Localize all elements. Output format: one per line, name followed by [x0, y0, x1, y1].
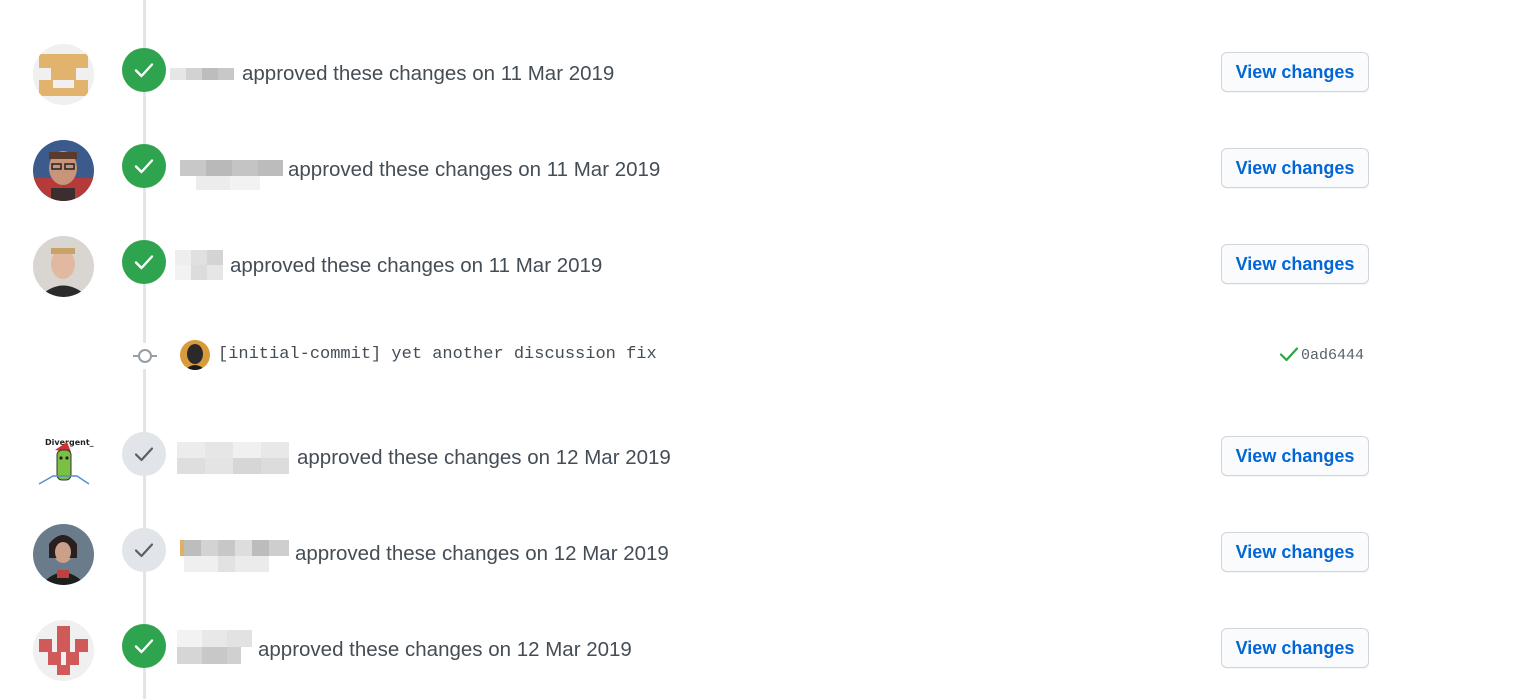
redacted-username[interactable]: [180, 540, 289, 572]
avatar[interactable]: [180, 340, 210, 370]
check-icon: [134, 543, 154, 558]
avatar[interactable]: [33, 524, 94, 585]
redacted-username[interactable]: [175, 250, 223, 280]
check-icon: [134, 639, 154, 654]
check-icon: [134, 255, 154, 270]
review-text: approved these changes on 11 Mar 2019: [288, 158, 661, 181]
avatar[interactable]: [33, 140, 94, 201]
view-changes-button[interactable]: View changes: [1221, 148, 1369, 188]
approved-badge: [122, 240, 166, 284]
commit-message-link[interactable]: [initial-commit] yet another discussion …: [218, 345, 657, 364]
redacted-username[interactable]: [180, 158, 283, 190]
avatar[interactable]: [33, 620, 94, 681]
avatar[interactable]: [33, 236, 94, 297]
review-text: approved these changes on 12 Mar 2019: [295, 542, 669, 565]
approved-badge: [122, 624, 166, 668]
check-icon[interactable]: [1279, 346, 1299, 367]
avatar[interactable]: [33, 44, 94, 105]
commit-item: [initial-commit] yet another discussion …: [0, 336, 1527, 376]
approved-badge: [122, 48, 166, 92]
view-changes-button[interactable]: View changes: [1221, 628, 1369, 668]
dismissed-badge: [122, 432, 166, 476]
redacted-username[interactable]: [170, 62, 234, 86]
commit-sha-link[interactable]: 0ad6444: [1301, 347, 1364, 364]
view-changes-button[interactable]: View changes: [1221, 244, 1369, 284]
review-text: approved these changes on 12 Mar 2019: [297, 446, 671, 469]
svg-text:Divergent_: Divergent_: [45, 438, 94, 447]
check-icon: [134, 63, 154, 78]
review-item: approved these changes on 11 Mar 2019 Vi…: [0, 40, 1527, 110]
review-text: approved these changes on 11 Mar 2019: [242, 62, 615, 85]
redacted-username[interactable]: [177, 630, 252, 664]
review-item: approved these changes on 11 Mar 2019 Vi…: [0, 232, 1527, 302]
check-icon: [134, 447, 154, 462]
review-item: approved these changes on 12 Mar 2019 Vi…: [0, 616, 1527, 686]
review-item: Divergent_ approved these changes on 12 …: [0, 424, 1527, 494]
approved-badge: [122, 144, 166, 188]
check-icon: [134, 159, 154, 174]
view-changes-button[interactable]: View changes: [1221, 532, 1369, 572]
review-text: approved these changes on 11 Mar 2019: [230, 254, 603, 277]
review-text: approved these changes on 12 Mar 2019: [258, 638, 632, 661]
git-commit-icon: [131, 343, 159, 369]
review-item: approved these changes on 12 Mar 2019 Vi…: [0, 520, 1527, 590]
redacted-username[interactable]: [177, 442, 289, 474]
dismissed-badge: [122, 528, 166, 572]
view-changes-button[interactable]: View changes: [1221, 436, 1369, 476]
avatar[interactable]: Divergent_: [33, 428, 94, 489]
review-item: approved these changes on 11 Mar 2019 Vi…: [0, 136, 1527, 206]
view-changes-button[interactable]: View changes: [1221, 52, 1369, 92]
